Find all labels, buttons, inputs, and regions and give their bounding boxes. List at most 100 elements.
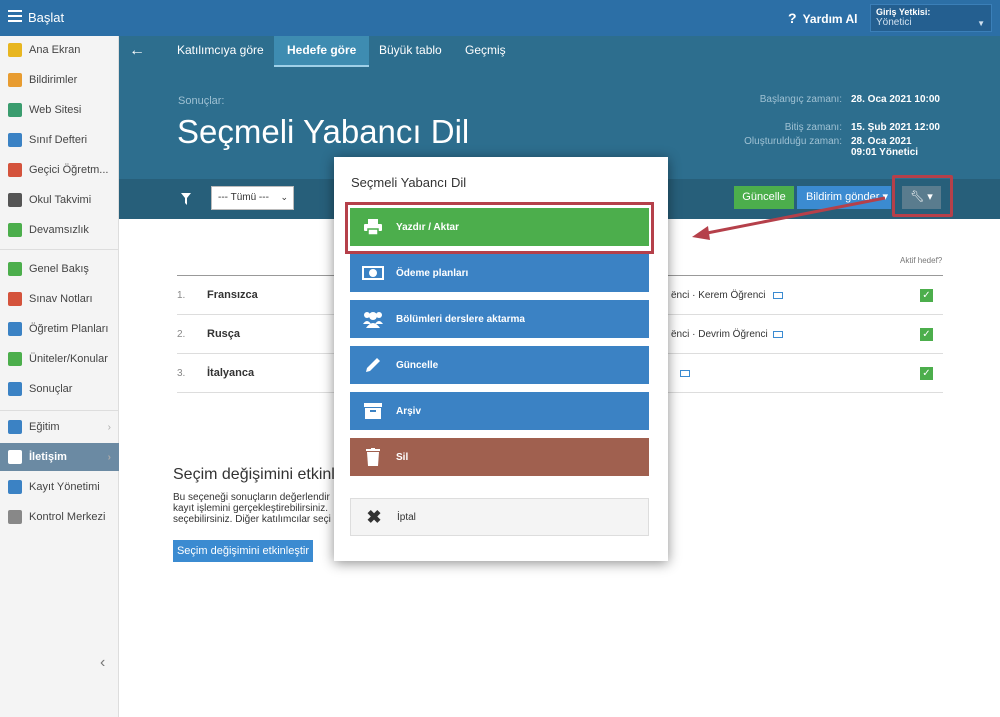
- tab-by-target[interactable]: Hedefe göre: [274, 36, 370, 67]
- top-bar: Başlat ? Yardım Al Giriş Yetkisi: Yönetic…: [0, 0, 1000, 36]
- close-icon: ✖: [366, 506, 382, 527]
- tab-big-table[interactable]: Büyük tablo: [366, 36, 455, 67]
- annotation-arrow: [692, 196, 886, 240]
- dialog-title: Seçmeli Yabancı Dil: [351, 175, 467, 190]
- sidebar-item-website[interactable]: Web Sitesi: [0, 96, 119, 124]
- chevron-right-icon: ›: [107, 451, 111, 463]
- update-dialog-button[interactable]: Güncelle: [350, 346, 649, 384]
- meta-label: Başlangıç zamanı:: [759, 94, 842, 105]
- teaching-plans-icon: [8, 322, 22, 336]
- active-target-header: Aktif hedef?: [900, 256, 943, 265]
- payment-plans-button[interactable]: Ödeme planları: [350, 254, 649, 292]
- meta-label: Oluşturulduğu zaman:: [744, 136, 842, 147]
- archive-button[interactable]: Arşiv: [350, 392, 649, 430]
- meta-value: 15. Şub 2021 12:00: [851, 122, 940, 133]
- sidebar-item-notifications[interactable]: Bildirimler: [0, 66, 119, 94]
- results-icon: [8, 382, 22, 396]
- control-center-icon: [8, 510, 22, 524]
- sidebar-item-label: Devamsızlık: [29, 224, 89, 236]
- chevron-right-icon: ›: [107, 421, 111, 433]
- exam-grades-icon: [8, 292, 22, 306]
- question-icon: ?: [788, 10, 797, 26]
- enable-choice-change-button[interactable]: Seçim değişimini etkinleştir: [173, 540, 313, 562]
- chevron-down-icon: ⌄: [280, 192, 288, 202]
- class-book-icon: [8, 133, 22, 147]
- sidebar-item-communication[interactable]: İletişim ›: [0, 443, 119, 471]
- filter-select[interactable]: --- Tümü --- ⌄: [211, 186, 294, 210]
- collapse-sidebar-icon[interactable]: ‹: [100, 654, 105, 672]
- tab-by-participant[interactable]: Katılımcıya göre: [164, 36, 277, 67]
- authority-select[interactable]: Giriş Yetkisi: Yönetici ▼: [870, 4, 992, 32]
- breadcrumb: Sonuçlar:: [178, 95, 225, 107]
- cancel-button[interactable]: ✖ İptal: [350, 498, 649, 536]
- meta-label: Bitiş zamanı:: [784, 122, 842, 133]
- checkbox[interactable]: ✓: [920, 289, 933, 302]
- sidebar-item-label: Öğretim Planları: [29, 323, 109, 335]
- sidebar-item-label: Genel Bakış: [29, 263, 89, 275]
- archive-icon: [350, 403, 396, 419]
- chevron-down-icon: ▼: [977, 19, 985, 28]
- school-calendar-icon: [8, 193, 22, 207]
- highlight-frame: [345, 202, 654, 254]
- sidebar-item-home[interactable]: Ana Ekran: [0, 36, 119, 64]
- mail-icon[interactable]: [680, 370, 690, 377]
- page-title: Seçmeli Yabancı Dil: [177, 113, 470, 150]
- app-title[interactable]: Başlat: [28, 10, 64, 25]
- sidebar-item-control-center[interactable]: Kontrol Merkezi: [0, 503, 119, 531]
- sidebar-item-label: İletişim: [29, 451, 67, 463]
- money-icon: [350, 266, 396, 280]
- sidebar-item-label: Kayıt Yönetimi: [29, 481, 100, 493]
- section-text: Bu seçeneği sonuçların değerlendir kayıt…: [173, 492, 331, 525]
- overview-icon: [8, 262, 22, 276]
- mail-icon[interactable]: [773, 292, 783, 299]
- education-icon: [8, 420, 22, 434]
- highlight-frame: [892, 175, 953, 217]
- sidebar-item-substitute-teacher[interactable]: Geçici Öğretm...: [0, 156, 119, 184]
- checkbox[interactable]: ✓: [920, 367, 933, 380]
- pencil-icon: [350, 356, 396, 374]
- notifications-icon: [8, 73, 22, 87]
- sidebar-item-overview[interactable]: Genel Bakış: [0, 255, 119, 283]
- meta-value: 28. Oca 2021 10:00: [851, 94, 940, 105]
- sidebar-item-label: Ana Ekran: [29, 44, 81, 56]
- sidebar-item-label: Sınav Notları: [29, 293, 93, 305]
- filter-icon[interactable]: [181, 193, 191, 205]
- communication-icon: [8, 450, 22, 464]
- sidebar-item-label: Sonuçlar: [29, 383, 73, 395]
- sidebar-item-teaching-plans[interactable]: Öğretim Planları: [0, 315, 119, 343]
- sidebar-item-label: Bildirimler: [29, 74, 78, 86]
- divider: [0, 410, 119, 411]
- sidebar-item-units-topics[interactable]: Üniteler/Konular: [0, 345, 119, 373]
- units-topics-icon: [8, 352, 22, 366]
- checkbox[interactable]: ✓: [920, 328, 933, 341]
- sidebar-item-results[interactable]: Sonuçlar: [0, 375, 119, 403]
- back-arrow-icon[interactable]: ←: [129, 42, 145, 60]
- sidebar-item-label: Kontrol Merkezi: [29, 511, 106, 523]
- home-icon: [8, 43, 22, 57]
- delete-button[interactable]: Sil: [350, 438, 649, 476]
- sidebar-item-label: Eğitim: [29, 421, 60, 433]
- mail-icon[interactable]: [773, 331, 783, 338]
- sidebar-item-label: Sınıf Defteri: [29, 134, 88, 146]
- divider: [0, 249, 119, 250]
- website-icon: [8, 103, 22, 117]
- transfer-sections-button[interactable]: Bölümleri derslere aktarma: [350, 300, 649, 338]
- sidebar-item-education[interactable]: Eğitim ›: [0, 413, 119, 441]
- sidebar-item-label: Okul Takvimi: [29, 194, 92, 206]
- sidebar-item-registration[interactable]: Kayıt Yönetimi: [0, 473, 119, 501]
- trash-icon: [350, 448, 396, 466]
- registration-icon: [8, 480, 22, 494]
- tab-history[interactable]: Geçmiş: [452, 36, 519, 67]
- sidebar-item-label: Geçici Öğretm...: [29, 164, 109, 176]
- help-link[interactable]: ? Yardım Al: [788, 10, 857, 26]
- sidebar-item-absence[interactable]: Devamsızlık: [0, 216, 119, 244]
- sidebar-item-class-book[interactable]: Sınıf Defteri: [0, 126, 119, 154]
- sidebar-item-exam-grades[interactable]: Sınav Notları: [0, 285, 119, 313]
- users-icon: [350, 310, 396, 328]
- sidebar-item-label: Üniteler/Konular: [29, 353, 108, 365]
- absence-icon: [8, 223, 22, 237]
- sidebar-item-school-calendar[interactable]: Okul Takvimi: [0, 186, 119, 214]
- substitute-teacher-icon: [8, 163, 22, 177]
- menu-icon[interactable]: [8, 10, 22, 22]
- meta-value: 28. Oca 2021 09:01 Yönetici: [851, 136, 919, 158]
